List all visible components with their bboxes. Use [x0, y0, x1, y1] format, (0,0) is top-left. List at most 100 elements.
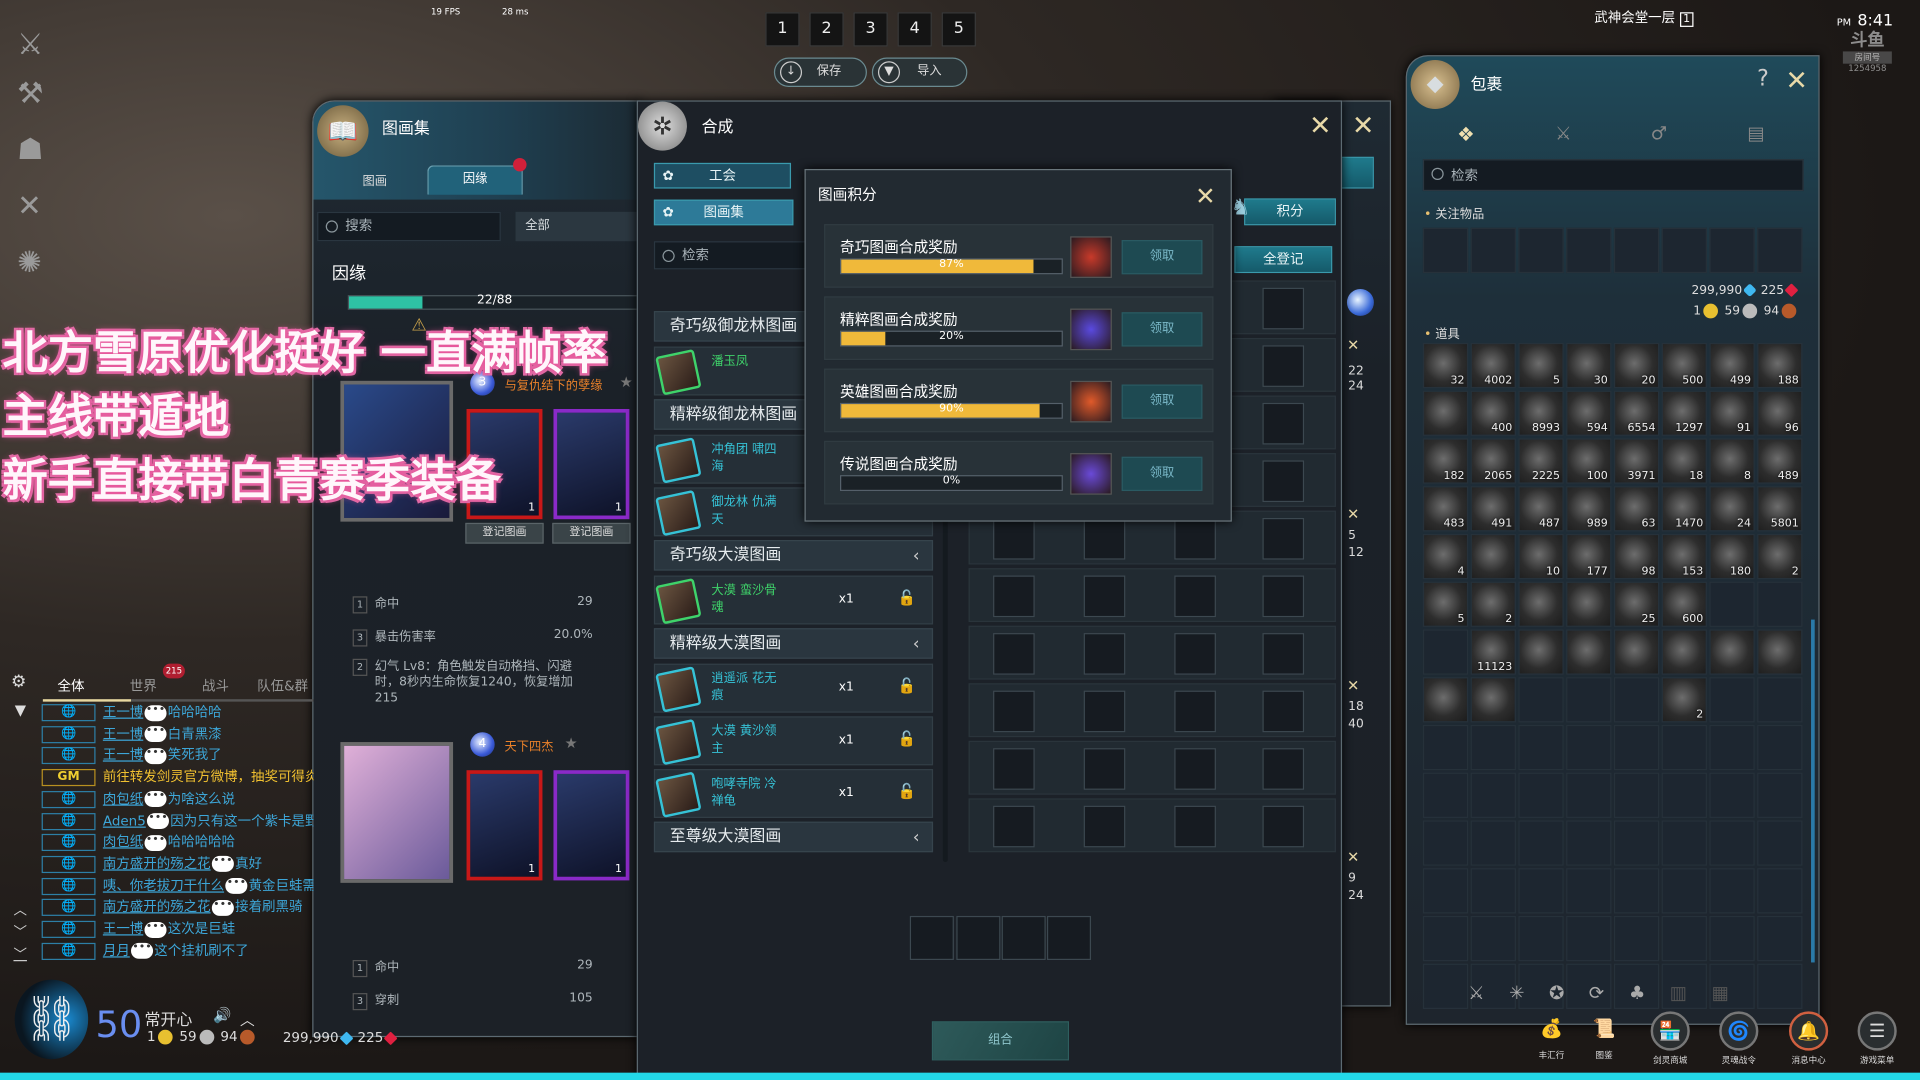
register-all-button[interactable]: 全登记 — [1234, 246, 1333, 274]
material-slot[interactable] — [993, 633, 1035, 675]
material-slot[interactable] — [1174, 748, 1216, 790]
menu-handbook-button[interactable]: 📜 图鉴 — [1577, 1011, 1631, 1070]
item-slot[interactable] — [1757, 629, 1803, 675]
item-slot[interactable]: 91 — [1709, 390, 1755, 436]
item-slot[interactable]: 20 — [1613, 342, 1660, 389]
item-slot[interactable] — [1422, 677, 1469, 723]
gem-tool-icon[interactable]: ✪ — [1549, 982, 1589, 1004]
item-slot[interactable]: 63 — [1613, 486, 1660, 532]
item-slot[interactable] — [1422, 390, 1469, 436]
side-close-icon[interactable]: ✕ — [1347, 677, 1359, 694]
filter-dropdown[interactable]: 全部 — [515, 211, 638, 242]
item-slot[interactable]: 100 — [1566, 438, 1612, 484]
material-slot[interactable] — [993, 517, 1035, 560]
item-slot[interactable]: 24 — [1709, 486, 1755, 532]
chat-username[interactable]: 南方盛开的殇之花 — [103, 899, 211, 915]
list-category-header[interactable]: 至尊级大漠图画 ‹ — [653, 821, 934, 853]
chat-username[interactable]: Aden5 — [103, 812, 146, 828]
combine-slot-4[interactable] — [1046, 915, 1092, 961]
fate-main-card[interactable] — [340, 742, 454, 883]
item-slot[interactable]: 177 — [1566, 533, 1612, 580]
axe-skill-icon[interactable]: ⚒ — [17, 76, 59, 132]
result-slot[interactable] — [1262, 287, 1305, 330]
combine-slot-1[interactable] — [909, 915, 954, 961]
item-slot[interactable]: 182 — [1422, 438, 1469, 484]
preset-slot-4[interactable]: 4 — [897, 12, 932, 47]
material-slot[interactable] — [1083, 748, 1126, 790]
background-panel-close-icon[interactable]: ✕ — [1352, 113, 1375, 141]
material-slot[interactable] — [1174, 805, 1216, 848]
item-slot[interactable]: 3971 — [1613, 438, 1660, 484]
chat-username[interactable]: 肉包纸 — [103, 834, 143, 850]
sword-skill-icon[interactable]: ⚔ — [17, 27, 59, 76]
item-slot[interactable] — [1709, 629, 1755, 675]
chevron-left-icon[interactable]: ‹ — [913, 823, 920, 852]
inventory-scrollbar[interactable] — [1811, 619, 1815, 963]
preset-slot-2[interactable]: 2 — [809, 12, 844, 47]
material-slot[interactable] — [1083, 633, 1126, 675]
favorite-star-icon[interactable]: ★ — [620, 373, 633, 390]
item-slot[interactable] — [1613, 629, 1660, 675]
expand-icon[interactable]: ︿ — [240, 1009, 255, 1030]
chat-tab-party[interactable]: 队伍&群 — [257, 676, 313, 696]
watchlist-slot[interactable] — [1757, 227, 1803, 274]
menu-shop-button[interactable]: 🏪 剑灵商城 — [1643, 1011, 1697, 1070]
combine-slot-3[interactable] — [1001, 915, 1046, 961]
chat-username[interactable]: 王一博 — [103, 747, 143, 763]
item-slot[interactable]: 8 — [1709, 438, 1755, 484]
pet-tool-icon[interactable]: ♣ — [1629, 982, 1670, 1004]
item-slot[interactable]: 98 — [1613, 533, 1660, 580]
chat-tab-world[interactable]: 世界 — [130, 676, 157, 696]
item-slot[interactable] — [1661, 629, 1707, 675]
tab-weapon-icon[interactable]: ⚔ — [1555, 122, 1571, 144]
chat-username[interactable]: 王一博 — [103, 921, 143, 937]
fate-card-purple[interactable]: 1 — [553, 770, 630, 881]
result-slot[interactable] — [1262, 402, 1305, 445]
list-item[interactable]: 逍遥派 花无痕 x1 🔓 — [653, 663, 934, 713]
side-close-icon[interactable]: ✕ — [1347, 849, 1359, 866]
item-slot[interactable] — [1470, 533, 1516, 580]
menu-market-button[interactable]: 💰 丰汇行 — [1525, 1011, 1579, 1070]
tab-picture-collection[interactable]: ✿ 图画集 — [653, 199, 794, 226]
chat-username[interactable]: 月月 — [103, 942, 130, 958]
item-slot[interactable]: 5801 — [1757, 486, 1803, 532]
item-slot[interactable]: 487 — [1518, 486, 1564, 532]
claim-button[interactable]: 领取 — [1121, 384, 1203, 419]
claim-button[interactable]: 领取 — [1121, 240, 1203, 275]
material-slot[interactable] — [1174, 517, 1216, 560]
item-slot[interactable]: 500 — [1661, 342, 1707, 389]
tab-guild[interactable]: ✿ 工会 — [653, 162, 792, 189]
material-slot[interactable] — [993, 690, 1035, 733]
chat-username[interactable]: 南方盛开的殇之花 — [103, 856, 211, 872]
list-item[interactable]: 大漠 黄沙领主 x1 🔓 — [653, 716, 934, 766]
item-slot[interactable]: 491 — [1470, 486, 1516, 532]
save-button[interactable]: ↓ 保存 — [773, 57, 867, 87]
lock-icon[interactable]: 🔓 — [898, 782, 916, 799]
fate-card-red[interactable]: 1 — [466, 770, 543, 881]
lock-icon[interactable]: 🔓 — [898, 677, 916, 694]
item-slot[interactable]: 594 — [1566, 390, 1612, 436]
collection-search-input[interactable]: 搜索 — [317, 211, 501, 242]
item-slot[interactable]: 489 — [1757, 438, 1803, 484]
claim-button[interactable]: 领取 — [1121, 456, 1203, 492]
item-slot[interactable]: 30 — [1566, 342, 1612, 389]
watchlist-slot[interactable] — [1661, 227, 1707, 274]
result-slot[interactable] — [1262, 575, 1305, 618]
item-slot[interactable] — [1566, 629, 1612, 675]
watchlist-slot[interactable] — [1566, 227, 1612, 274]
result-slot[interactable] — [1262, 633, 1305, 675]
background-teal-button[interactable] — [1340, 156, 1374, 189]
result-slot[interactable] — [1262, 517, 1305, 560]
item-slot[interactable]: 8993 — [1518, 390, 1564, 436]
side-close-icon[interactable]: ✕ — [1347, 506, 1359, 523]
item-slot[interactable]: 180 — [1709, 533, 1755, 580]
item-slot[interactable]: 2 — [1470, 581, 1516, 627]
side-close-icon[interactable]: ✕ — [1347, 337, 1359, 354]
watchlist-slot[interactable] — [1470, 227, 1516, 274]
item-slot[interactable]: 1470 — [1661, 486, 1707, 532]
item-slot[interactable]: 2 — [1757, 533, 1803, 580]
item-slot[interactable]: 5 — [1422, 581, 1469, 627]
material-slot[interactable] — [1174, 575, 1216, 618]
item-slot[interactable]: 153 — [1661, 533, 1707, 580]
material-slot[interactable] — [993, 748, 1035, 790]
